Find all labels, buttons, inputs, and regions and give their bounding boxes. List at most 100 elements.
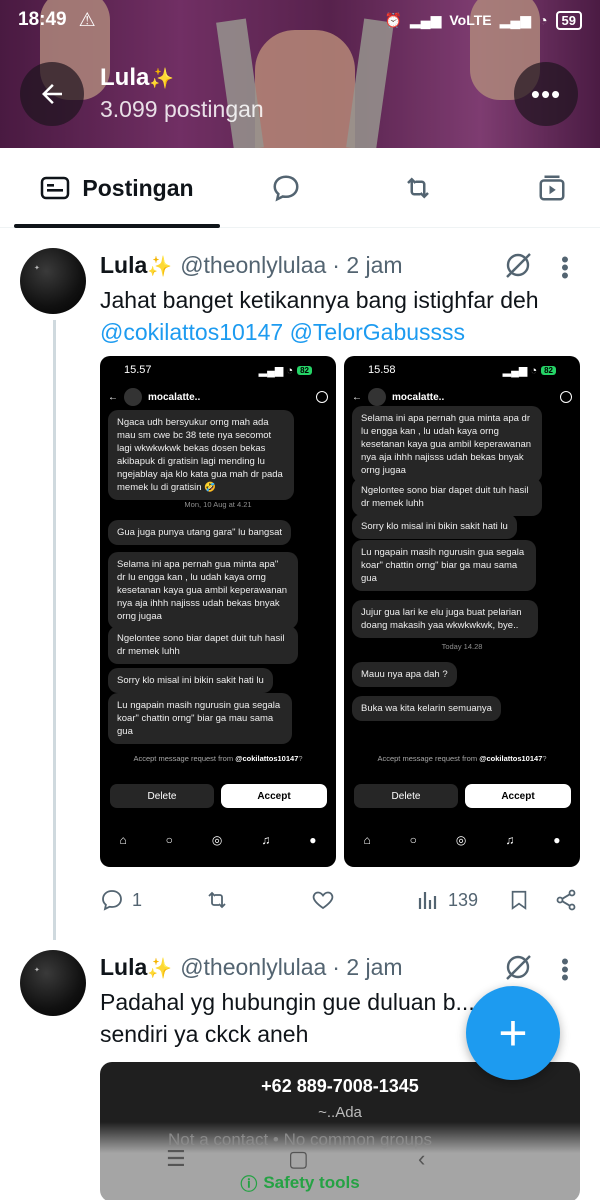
home-nav-icon[interactable]: ▢ xyxy=(288,1146,309,1172)
reply-button[interactable]: 1 xyxy=(100,888,142,912)
share-icon xyxy=(556,889,576,911)
view-count: 139 xyxy=(448,889,479,910)
status-indicators: ⏰ ▂▄▆ VoLTE ▂▄▆ ◔ 59 xyxy=(384,10,582,30)
sparkle-icon: ✨ xyxy=(147,256,173,278)
post-count: 3.099 postingan xyxy=(100,96,264,122)
message-bubble: Gua juga punya utang gara" lu bangsat xyxy=(108,520,291,545)
profile-tabs: Postingan xyxy=(0,148,600,228)
safety-tools-label: Safety tools xyxy=(263,1172,360,1192)
author-handle[interactable]: @theonlylulaa xyxy=(180,954,326,981)
delete-button: Delete xyxy=(354,784,458,808)
battery-icon: 59 xyxy=(555,10,582,30)
bell-icon: ♫ xyxy=(505,833,515,847)
tab-indicator xyxy=(14,224,220,228)
status-bar: 18:49 ⚠ ⏰ ▂▄▆ VoLTE ▂▄▆ ◔ 59 xyxy=(0,0,600,40)
post-time: · 2 jam xyxy=(332,954,403,980)
shot-battery: 82 xyxy=(541,365,556,375)
post-body: Jahat banget ketikannya bang istighfar d… xyxy=(100,287,539,313)
tab-reposts[interactable] xyxy=(400,170,436,206)
delete-button: Delete xyxy=(110,784,214,808)
message-bubble: Ngelontee sono biar dapet duit tuh hasil… xyxy=(352,478,542,516)
warning-icon: ⚠ xyxy=(78,9,96,31)
tab-replies[interactable] xyxy=(268,170,304,206)
plus-icon: + xyxy=(498,1005,528,1061)
tab-posts[interactable]: Postingan xyxy=(14,148,220,228)
accept-button: Accept xyxy=(221,784,327,808)
views-icon xyxy=(418,892,437,909)
mention-link[interactable]: @TelorGabussss xyxy=(290,319,465,345)
media-icon xyxy=(539,175,565,201)
author-name[interactable]: Lula xyxy=(100,954,147,981)
like-button[interactable] xyxy=(310,888,336,912)
message-bubble: Sorry klo misal ini bikin sakit hati lu xyxy=(352,514,517,539)
message-bubble: Ngelontee sono biar dapet duit tuh hasil… xyxy=(108,626,298,664)
bookmark-button[interactable] xyxy=(508,888,530,912)
explore-icon: ◎ xyxy=(211,833,223,847)
search-icon: ○ xyxy=(409,833,417,847)
bell-icon: ♫ xyxy=(261,833,271,847)
post-image-1[interactable]: 15.57 ▂▄▆ ◔ 82 ← mocalatte.. Ngaca udh b… xyxy=(100,356,336,867)
chat-name: mocalatte.. xyxy=(392,391,445,403)
day-separator: Mon, 10 Aug at 4.21 xyxy=(184,500,252,509)
post-time: · 2 jam xyxy=(332,252,403,278)
message-bubble: Lu ngapain masih ngurusin gua segala koa… xyxy=(352,540,536,591)
shot-tabbar: ⌂ ○ ◎ ♫ ● xyxy=(344,833,580,847)
back-button[interactable] xyxy=(20,62,84,126)
safety-tools-link[interactable]: ⓘ Safety tools xyxy=(0,1170,600,1195)
message-bubble: Selama ini apa pernah gua minta apa dr l… xyxy=(352,406,542,483)
bookmark-icon xyxy=(511,890,527,910)
message-bubble: Mauu nya apa dah ? xyxy=(352,662,457,687)
shot-time: 15.57 xyxy=(124,364,152,376)
home-icon: ⌂ xyxy=(363,833,371,847)
post-menu-icon[interactable]: • • • xyxy=(560,249,570,287)
post-actions: 1 139 xyxy=(100,880,580,920)
views-button[interactable]: 139 xyxy=(416,888,478,912)
message-bubble: Jujur gua lari ke elu juga buat pelarian… xyxy=(352,600,538,638)
chat-icon: ● xyxy=(309,833,317,847)
back-nav-icon[interactable]: ‹ xyxy=(418,1146,425,1172)
accept-note: Accept message request from @cokilattos1… xyxy=(133,754,303,763)
wifi-icon: ◔ xyxy=(539,12,548,28)
reply-count: 1 xyxy=(132,889,143,910)
info-icon xyxy=(316,391,328,403)
heart-icon xyxy=(312,891,334,910)
grok-icon[interactable] xyxy=(503,250,533,280)
avatar[interactable]: ✦ xyxy=(20,950,86,1016)
info-icon xyxy=(560,391,572,403)
avatar[interactable]: ✦ xyxy=(20,248,86,314)
tab-media[interactable] xyxy=(534,170,570,206)
author-handle[interactable]: @theonlylulaa xyxy=(180,252,326,279)
signal-icon: ▂▄▆ xyxy=(409,11,442,28)
post-text: Padahal yg hubungin gue duluan b... send… xyxy=(100,989,475,1047)
post-header: Lula ✨ @theonlylulaa · 2 jam xyxy=(100,954,403,981)
image-about: ~..Ada xyxy=(318,1104,362,1121)
ellipsis-icon: ••• xyxy=(530,78,562,109)
author-name[interactable]: Lula xyxy=(100,252,147,279)
post-header: Lula ✨ @theonlylulaa · 2 jam xyxy=(100,252,403,279)
post-menu-icon[interactable]: • • • xyxy=(560,951,570,989)
day-separator: Today 14.28 xyxy=(441,642,483,651)
accept-button: Accept xyxy=(465,784,571,808)
more-button[interactable]: ••• xyxy=(514,62,578,126)
shot-status-bar: 15.57 ▂▄▆ ◔ 82 xyxy=(100,356,336,384)
repost-button[interactable] xyxy=(204,888,230,912)
recents-icon[interactable]: ☰ xyxy=(166,1146,186,1172)
post-image-2[interactable]: 15.58 ▂▄▆ ◔ 82 ← mocalatte.. Selama ini … xyxy=(344,356,580,867)
replies-icon xyxy=(273,175,299,202)
chat-icon: ● xyxy=(553,833,561,847)
compose-button[interactable]: + xyxy=(466,986,560,1080)
grok-icon[interactable] xyxy=(503,952,533,982)
arrow-left-icon: ← xyxy=(108,391,118,403)
post-text: Jahat banget ketikannya bang istighfar d… xyxy=(100,284,570,348)
info-circle-icon: ⓘ xyxy=(240,1175,258,1194)
tab-posts-label: Postingan xyxy=(82,174,194,201)
home-icon: ⌂ xyxy=(119,833,127,847)
chat-avatar xyxy=(124,388,142,406)
thread-line xyxy=(53,320,56,940)
sparkle-icon: ✨ xyxy=(149,68,175,90)
alarm-icon: ⏰ xyxy=(384,11,402,28)
share-button[interactable] xyxy=(554,888,578,912)
mention-link[interactable]: @cokilattos10147 xyxy=(100,319,283,345)
arrow-left-icon: ← xyxy=(352,391,362,403)
shot-status-bar: 15.58 ▂▄▆ ◔ 82 xyxy=(344,356,580,384)
